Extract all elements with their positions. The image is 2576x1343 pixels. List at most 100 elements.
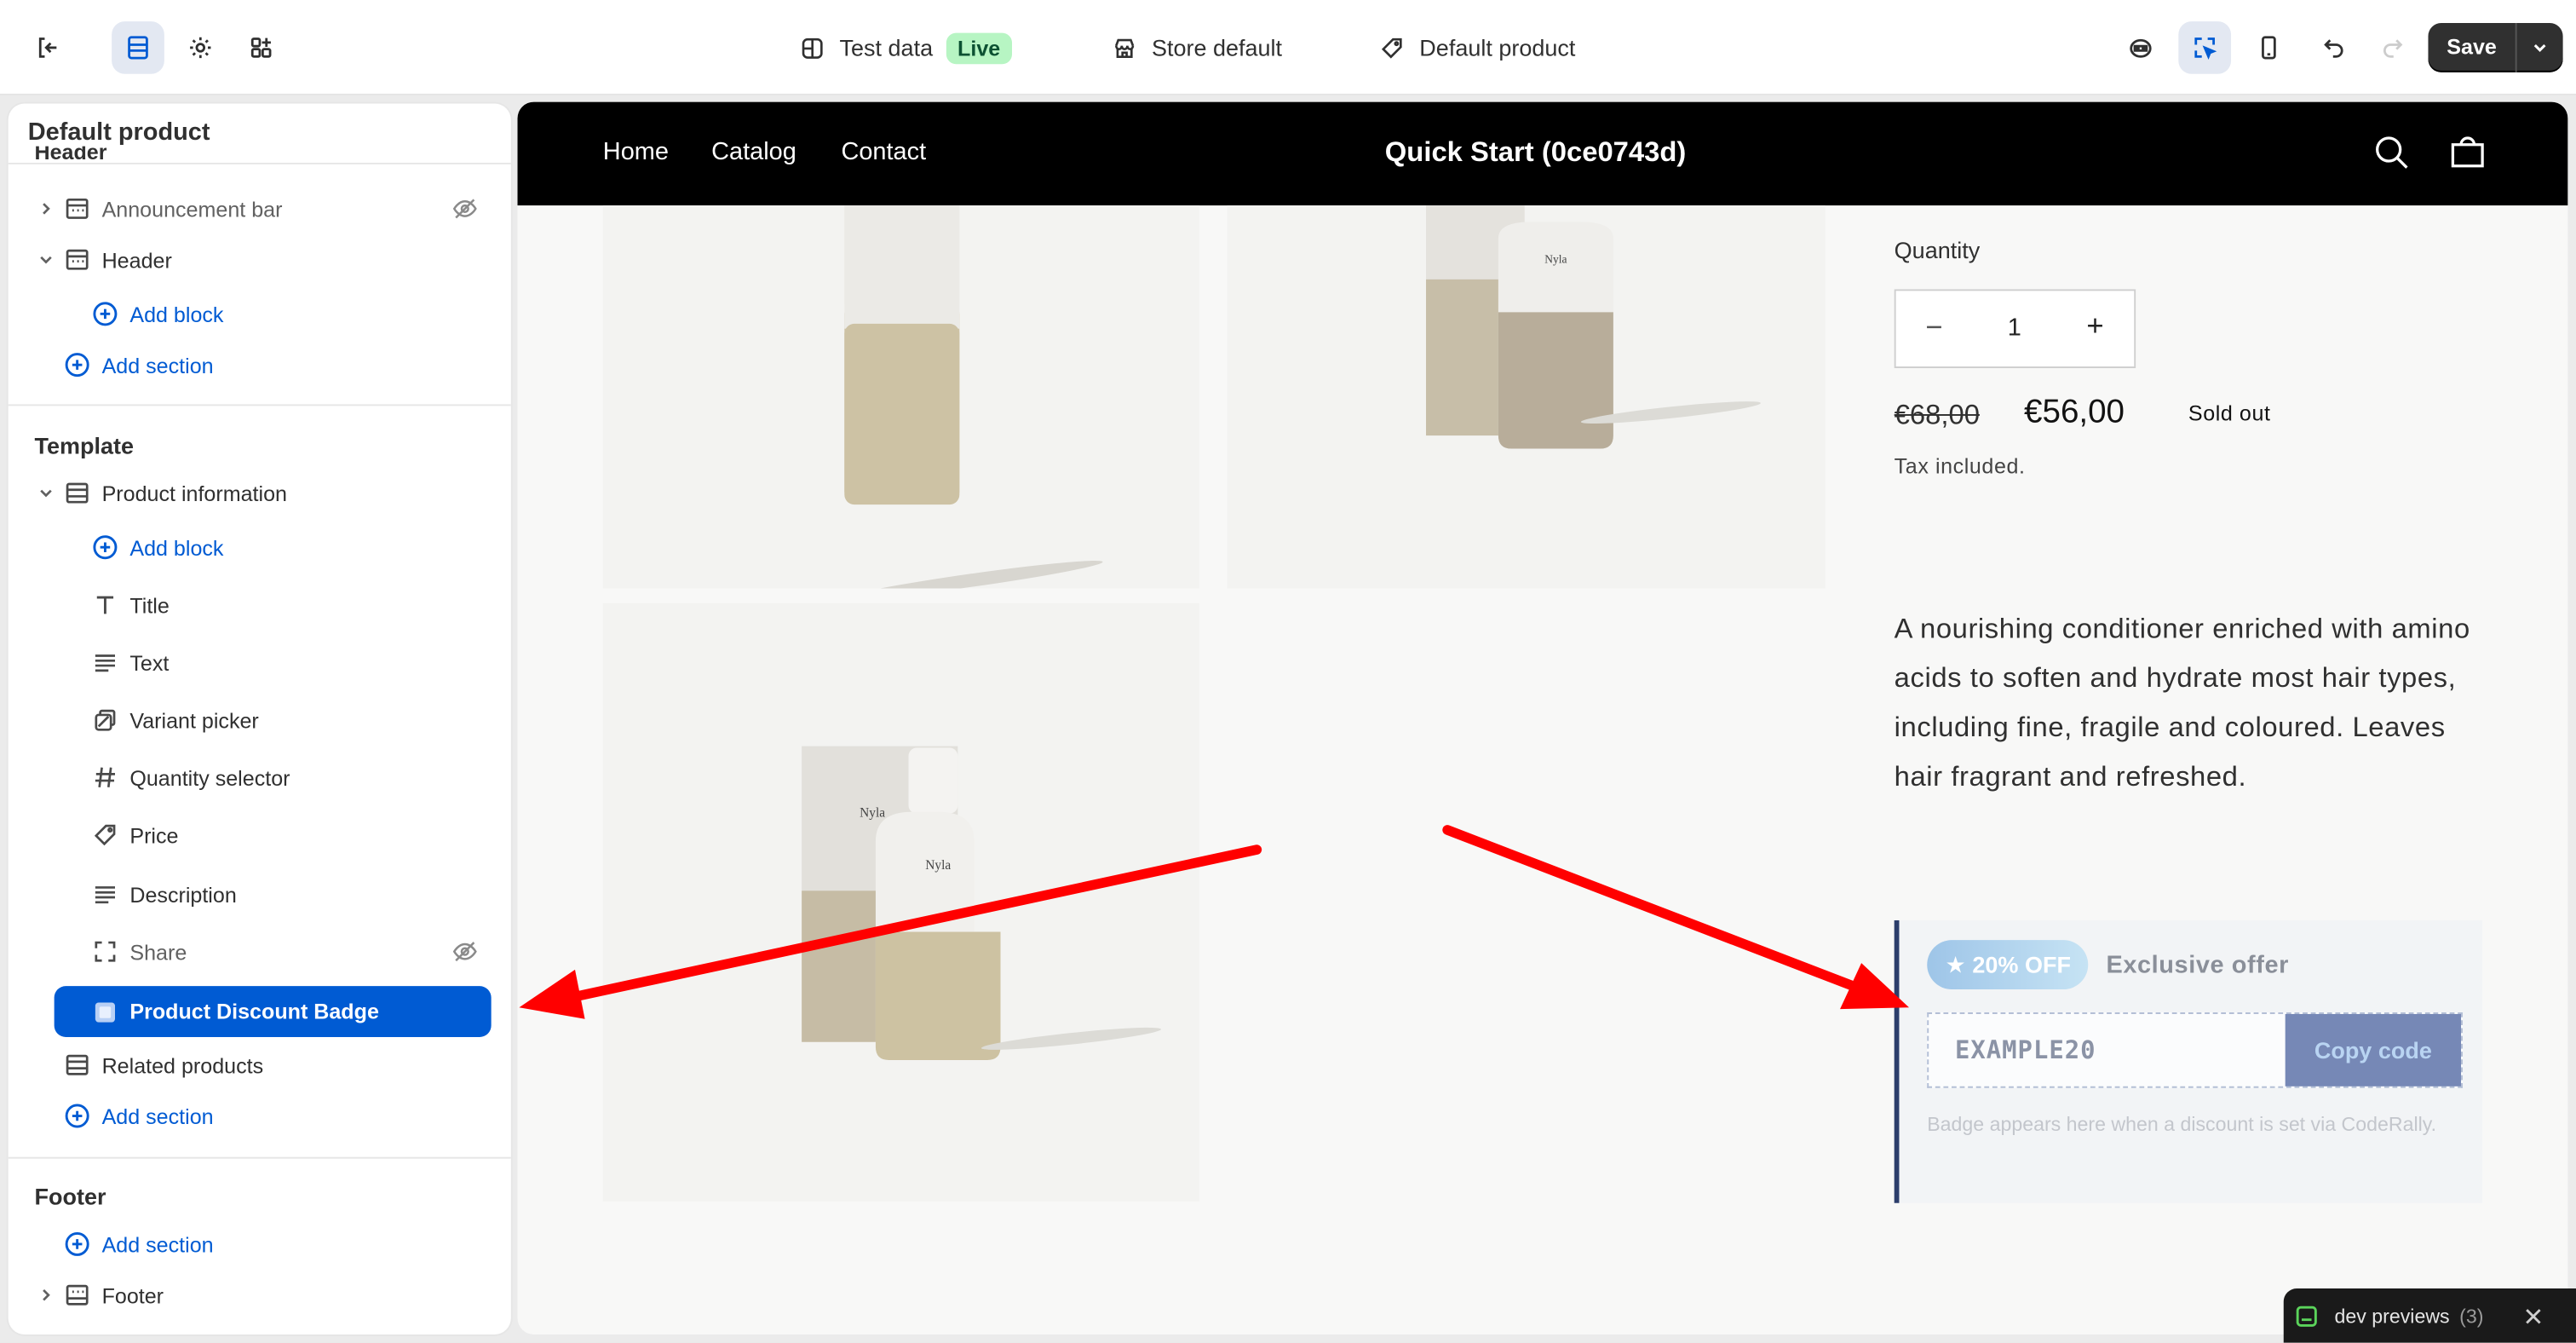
bottle-image: Nyla (1426, 205, 1761, 449)
plus-circle-icon (93, 535, 118, 560)
section-icon (66, 1284, 89, 1306)
chevron-down-icon[interactable] (37, 251, 54, 268)
close-icon[interactable] (2523, 1306, 2543, 1325)
search-icon[interactable] (2374, 135, 2410, 170)
ai-assistant-icon[interactable] (2114, 21, 2167, 74)
nav-link-catalog[interactable]: Catalog (711, 138, 796, 166)
mobile-view-icon[interactable] (2243, 21, 2296, 74)
sidebar-item-label: Announcement bar (101, 196, 283, 222)
eye-off-icon[interactable] (451, 196, 478, 222)
divider (8, 162, 511, 164)
add-section-button[interactable]: Add section (9, 1092, 511, 1141)
sections-icon[interactable] (112, 21, 164, 74)
add-section-label: Add section (101, 1231, 214, 1257)
block-label: Share (129, 939, 187, 965)
save-button-group: Save (2428, 23, 2563, 72)
sidebar-block-quantity-selector[interactable]: Quantity selector (9, 752, 511, 802)
sidebar-title: Default product (27, 118, 210, 147)
dev-previews-label: dev previews (2334, 1304, 2450, 1328)
footer-group-label: Footer (34, 1183, 106, 1210)
plus-circle-icon (65, 1104, 89, 1128)
template-selector[interactable]: Default product (1378, 0, 1575, 95)
copy-code-button[interactable]: Copy code (2285, 1013, 2462, 1087)
product-image[interactable]: Nyla Nyla (602, 602, 1199, 1202)
template-group-label: Template (34, 432, 135, 459)
quantity-value[interactable]: 1 (2008, 314, 2021, 342)
plus-circle-icon (65, 353, 89, 378)
product-image[interactable]: Nyla (1227, 205, 1826, 589)
product-image[interactable] (602, 205, 1199, 600)
sold-out-label: Sold out (2188, 401, 2271, 426)
tag-icon (1381, 37, 1402, 58)
undo-icon[interactable] (2309, 21, 2361, 74)
add-block-button[interactable]: Add block (9, 289, 511, 338)
minus-button[interactable]: − (1925, 311, 1942, 346)
theme-editor: Test data Live Store default Default pro… (0, 0, 2576, 1343)
bottle-brand: Nyla (860, 806, 885, 821)
text-icon (95, 886, 116, 904)
sidebar-block-product-discount-badge[interactable]: Product Discount Badge (54, 986, 492, 1037)
tax-note: Tax included. (1894, 453, 2026, 479)
redo-icon[interactable] (2366, 21, 2418, 74)
nav-link-home[interactable]: Home (603, 138, 669, 166)
section-icon (66, 482, 89, 504)
sidebar-item-related-products[interactable]: Related products (9, 1040, 511, 1090)
sidebar-block-share[interactable]: Share (9, 927, 511, 977)
block-label: Variant picker (129, 707, 259, 733)
sidebar-block-price[interactable]: Price (9, 810, 511, 860)
store-brand[interactable]: Quick Start (0ce0743d) (1385, 136, 1687, 170)
top-bar: Test data Live Store default Default pro… (0, 0, 2576, 95)
chevron-down-icon[interactable] (2517, 37, 2563, 57)
chevron-right-icon[interactable] (37, 200, 54, 216)
store-icon (1114, 37, 1135, 58)
chevron-down-icon[interactable] (37, 485, 54, 501)
apps-icon[interactable] (235, 21, 288, 74)
nav-link-contact[interactable]: Contact (841, 138, 926, 166)
sidebar-block-text[interactable]: Text (9, 637, 511, 687)
add-section-button[interactable]: Add section (9, 1219, 511, 1269)
sidebar-item-announcement-bar[interactable]: Announcement bar (9, 184, 511, 233)
text-icon (95, 654, 116, 672)
dev-console-icon (2296, 1305, 2317, 1326)
eye-off-icon[interactable] (451, 938, 478, 965)
add-section-button[interactable]: Add section (9, 340, 511, 389)
sidebar-item-product-information[interactable]: Product information (9, 469, 511, 518)
sidebar-item-footer[interactable]: Footer (9, 1271, 511, 1320)
store-label: Store default (1151, 34, 1283, 61)
sidebar-block-title[interactable]: Title (9, 580, 511, 630)
cart-icon[interactable] (2448, 133, 2487, 172)
hash-icon (95, 767, 116, 787)
exit-icon[interactable] (21, 21, 74, 74)
chevron-right-icon[interactable] (37, 1287, 54, 1303)
header-group-label: Header (34, 146, 107, 163)
sidebar-block-variant-picker[interactable]: Variant picker (9, 695, 511, 745)
gear-icon[interactable] (174, 21, 227, 74)
sidebar-block-description[interactable]: Description (9, 869, 511, 919)
bottle-image: Nyla Nyla (802, 746, 1161, 1060)
block-label: Quantity selector (129, 764, 290, 790)
inspector-icon[interactable] (2178, 21, 2232, 74)
title-icon (96, 596, 114, 614)
sidebar-item-header[interactable]: Header (9, 235, 511, 285)
save-button[interactable]: Save (2428, 23, 2517, 72)
section-icon (66, 249, 89, 270)
discount-code-box: EXAMPLE20 Copy code (1927, 1012, 2463, 1088)
add-block-button[interactable]: Add block (9, 522, 511, 572)
section-icon (66, 198, 89, 219)
dev-previews-bar[interactable]: dev previews (3) (2283, 1288, 2576, 1343)
bottle-image (842, 205, 1103, 600)
star-icon: ★ (1945, 950, 1966, 977)
dev-previews-count: (3) (2459, 1304, 2484, 1328)
plus-button[interactable]: + (2086, 309, 2103, 344)
divider (8, 404, 511, 406)
discount-pill: ★ 20% OFF (1927, 940, 2090, 990)
bottle-brand: Nyla (1544, 253, 1567, 266)
store-selector[interactable]: Store default (1111, 0, 1282, 95)
test-data-label: Test data (839, 34, 934, 61)
bottle-brand: Nyla (925, 858, 951, 873)
product-discount-badge[interactable]: ★ 20% OFF Exclusive offer EXAMPLE20 Copy… (1894, 920, 2483, 1203)
test-data-control[interactable]: Test data Live (798, 0, 1012, 95)
discount-code[interactable]: EXAMPLE20 (1955, 1035, 2096, 1065)
divider (8, 1156, 511, 1159)
product-description: A nourishing conditioner enriched with a… (1894, 613, 2470, 793)
